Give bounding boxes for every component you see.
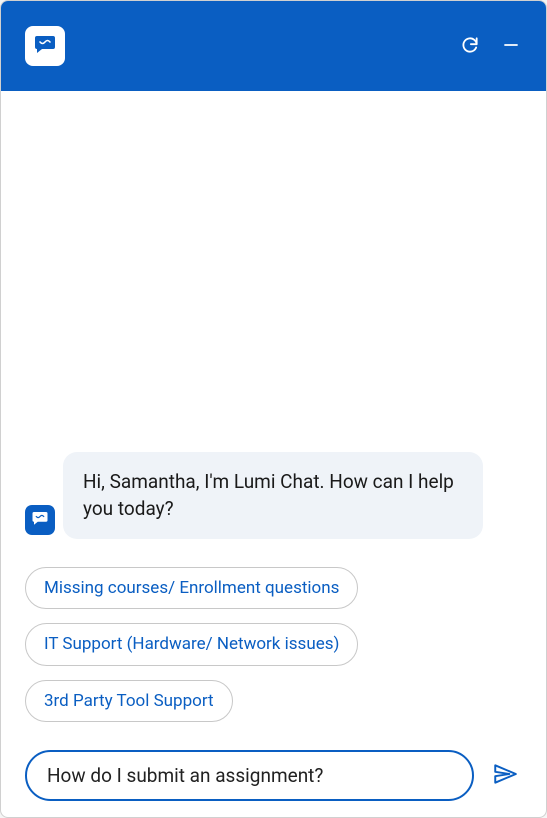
bot-message-row: Hi, Samantha, I'm Lumi Chat. How can I h… (25, 452, 522, 539)
message-input-wrap[interactable] (25, 750, 474, 801)
quick-reply-it-support[interactable]: IT Support (Hardware/ Network issues) (25, 623, 358, 665)
bot-avatar (25, 505, 55, 535)
send-button[interactable] (488, 757, 522, 794)
input-row (25, 750, 522, 801)
logo-box (25, 26, 65, 66)
quick-reply-third-party[interactable]: 3rd Party Tool Support (25, 680, 233, 722)
bot-message-bubble: Hi, Samantha, I'm Lumi Chat. How can I h… (63, 452, 483, 539)
minimize-button[interactable] (500, 34, 522, 59)
quick-replies: Missing courses/ Enrollment questions IT… (25, 567, 522, 722)
message-input[interactable] (47, 764, 452, 787)
header-actions (458, 33, 522, 60)
minimize-icon (502, 36, 520, 57)
chat-bubble-icon (33, 32, 57, 60)
chat-header (1, 1, 546, 91)
refresh-icon (460, 35, 480, 58)
quick-reply-enrollment[interactable]: Missing courses/ Enrollment questions (25, 567, 358, 609)
chat-body: Hi, Samantha, I'm Lumi Chat. How can I h… (1, 91, 546, 817)
send-icon (492, 761, 518, 790)
refresh-button[interactable] (458, 33, 482, 60)
chat-window: Hi, Samantha, I'm Lumi Chat. How can I h… (0, 0, 547, 818)
chat-bubble-icon (31, 509, 49, 531)
